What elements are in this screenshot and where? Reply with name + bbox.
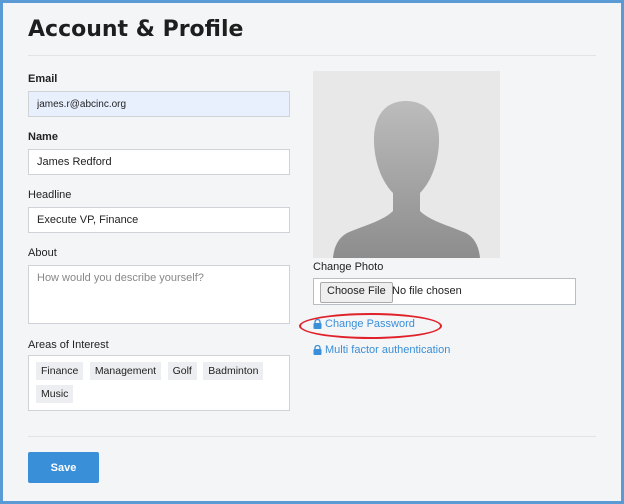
interest-tag[interactable]: Music <box>36 385 74 403</box>
profile-page: Account & Profile Email Name Headline Ab… <box>0 0 624 504</box>
choose-file-button[interactable]: Choose File <box>320 282 393 303</box>
lock-icon <box>313 345 322 355</box>
interest-tag[interactable]: Finance <box>36 362 84 380</box>
profile-photo-placeholder <box>313 71 500 258</box>
headline-field[interactable] <box>29 208 289 232</box>
mfa-label: Multi factor authentication <box>325 344 451 356</box>
name-field[interactable] <box>29 150 289 174</box>
header-divider <box>28 55 596 56</box>
interest-tag[interactable]: Badminton <box>203 362 264 380</box>
save-button[interactable]: Save <box>28 452 99 483</box>
interests-tag-input[interactable]: Finance Management Golf Badminton Music <box>28 355 290 411</box>
file-status-text: No file chosen <box>392 285 462 297</box>
email-field[interactable] <box>29 92 289 116</box>
headline-label: Headline <box>28 189 72 201</box>
name-label: Name <box>28 131 58 143</box>
interest-tag[interactable]: Management <box>89 362 162 380</box>
about-textarea[interactable] <box>29 266 289 323</box>
file-input[interactable]: Choose File No file chosen <box>313 278 576 305</box>
avatar-silhouette-icon <box>313 71 500 258</box>
name-field-box <box>28 149 290 175</box>
change-photo-label: Change Photo <box>313 261 384 273</box>
email-label: Email <box>28 73 58 85</box>
headline-field-box <box>28 207 290 233</box>
mfa-link[interactable]: Multi factor authentication <box>313 344 450 356</box>
interests-label: Areas of Interest <box>28 339 109 351</box>
email-field-box <box>28 91 290 117</box>
highlight-annotation <box>299 313 442 339</box>
footer-divider <box>28 436 596 437</box>
about-field-box <box>28 265 290 324</box>
page-title: Account & Profile <box>28 17 244 42</box>
interest-tag[interactable]: Golf <box>167 362 197 380</box>
about-label: About <box>28 247 57 259</box>
